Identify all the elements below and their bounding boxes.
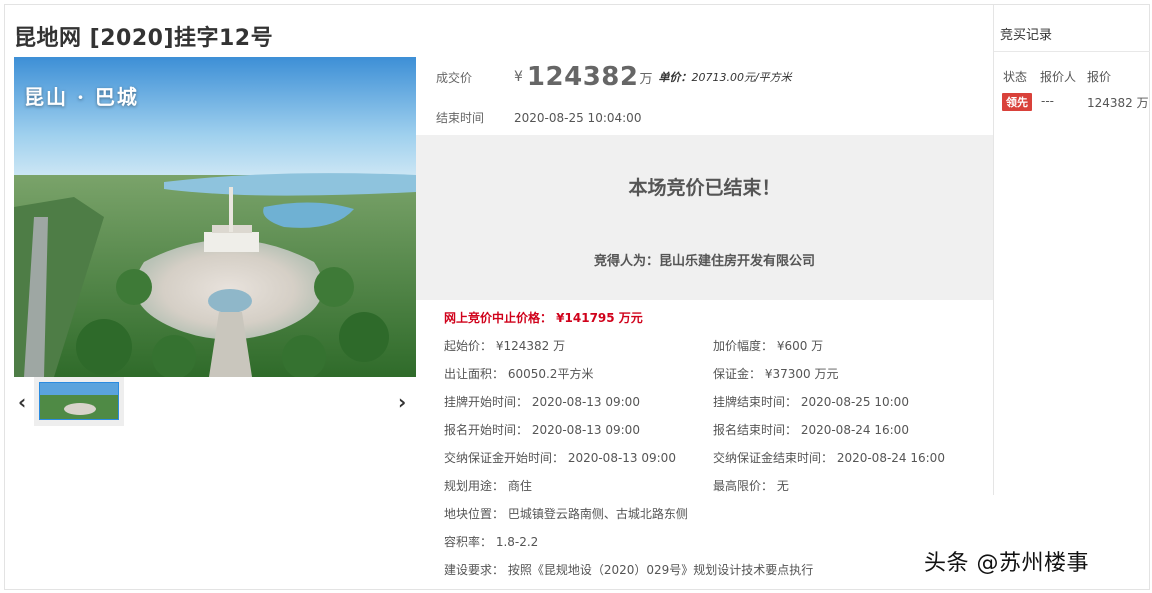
watermark: 头条 @苏州楼事: [924, 551, 1089, 576]
end-time-value: 2020-08-25 10:04:00: [514, 110, 642, 125]
stop-price: 网上竞价中止价格： ¥141795 万元: [444, 311, 643, 325]
listing-start-time: 挂牌开始时间： 2020-08-13 09:00: [444, 395, 640, 409]
floor-area-ratio: 容积率： 1.8-2.2: [444, 535, 539, 549]
construction-requirements: 建设要求： 按照《昆规地设（2020）029号》规划设计技术要点执行: [444, 563, 814, 577]
main-photo[interactable]: 昆山 · 巴城: [14, 57, 416, 377]
unit-price-value: 20713.00元/平方米: [691, 71, 792, 84]
max-price: 最高限价： 无: [713, 479, 789, 493]
deposit-start-time: 交纳保证金开始时间： 2020-08-13 09:00: [444, 451, 676, 465]
auction-status-panel: 本场竞价已结束！ 竞得人为：昆山乐建住房开发有限公司: [416, 135, 993, 300]
record-price: 124382 万: [1087, 96, 1149, 110]
listing-end-time: 挂牌结束时间： 2020-08-25 10:00: [713, 395, 909, 409]
photo-caption: 昆山 · 巴城: [24, 85, 139, 109]
records-header-bidder: 报价人: [1040, 70, 1077, 84]
record-bidder: ---: [1041, 94, 1054, 108]
deal-price-label: 成交价: [436, 70, 473, 85]
price-increment: 加价幅度： ¥600 万: [713, 339, 824, 353]
records-header-status: 状态: [1003, 70, 1028, 84]
next-arrow-icon[interactable]: ›: [398, 390, 406, 414]
bid-records-separator: [994, 51, 1150, 52]
deal-price-unit: 万: [639, 71, 653, 87]
signup-end-time: 报名结束时间： 2020-08-24 16:00: [713, 423, 909, 437]
land-area: 出让面积： 60050.2平方米: [444, 367, 594, 381]
right-panel-divider: [993, 5, 994, 495]
signup-start-time: 报名开始时间： 2020-08-13 09:00: [444, 423, 640, 437]
unit-price-label: 单价：: [658, 71, 692, 84]
deal-price-value: 124382: [526, 62, 639, 92]
leading-status-badge: 领先: [1002, 93, 1032, 111]
thumbnail-image: [39, 382, 119, 420]
records-header-price: 报价: [1087, 70, 1112, 84]
bid-records-title: 竞买记录: [1000, 28, 1053, 43]
start-price: 起始价： ¥124382 万: [444, 339, 566, 353]
auction-ended-message: 本场竞价已结束！: [628, 177, 781, 199]
end-time-label: 结束时间: [436, 111, 485, 125]
winner-text: 竞得人为：昆山乐建住房开发有限公司: [593, 254, 815, 269]
plot-location: 地块位置： 巴城镇登云路南侧、古城北路东侧: [444, 507, 688, 521]
thumbnail[interactable]: [34, 377, 124, 426]
deposit-end-time: 交纳保证金结束时间： 2020-08-24 16:00: [713, 451, 945, 465]
planned-usage: 规划用途： 商住: [444, 479, 532, 493]
end-time-row: 结束时间 2020-08-25 10:04:00: [436, 109, 641, 126]
deposit: 保证金： ¥37300 万元: [713, 367, 839, 381]
unit-price: 单价：20713.00元/平方米: [658, 69, 791, 85]
deal-price-row: 成交价 ¥ 124382 万 单价：20713.00元/平方米: [436, 60, 792, 94]
prev-arrow-icon[interactable]: ‹: [18, 390, 26, 414]
currency-symbol: ¥: [514, 69, 523, 85]
page-title: 昆地网 [2020]挂字12号: [14, 26, 274, 51]
